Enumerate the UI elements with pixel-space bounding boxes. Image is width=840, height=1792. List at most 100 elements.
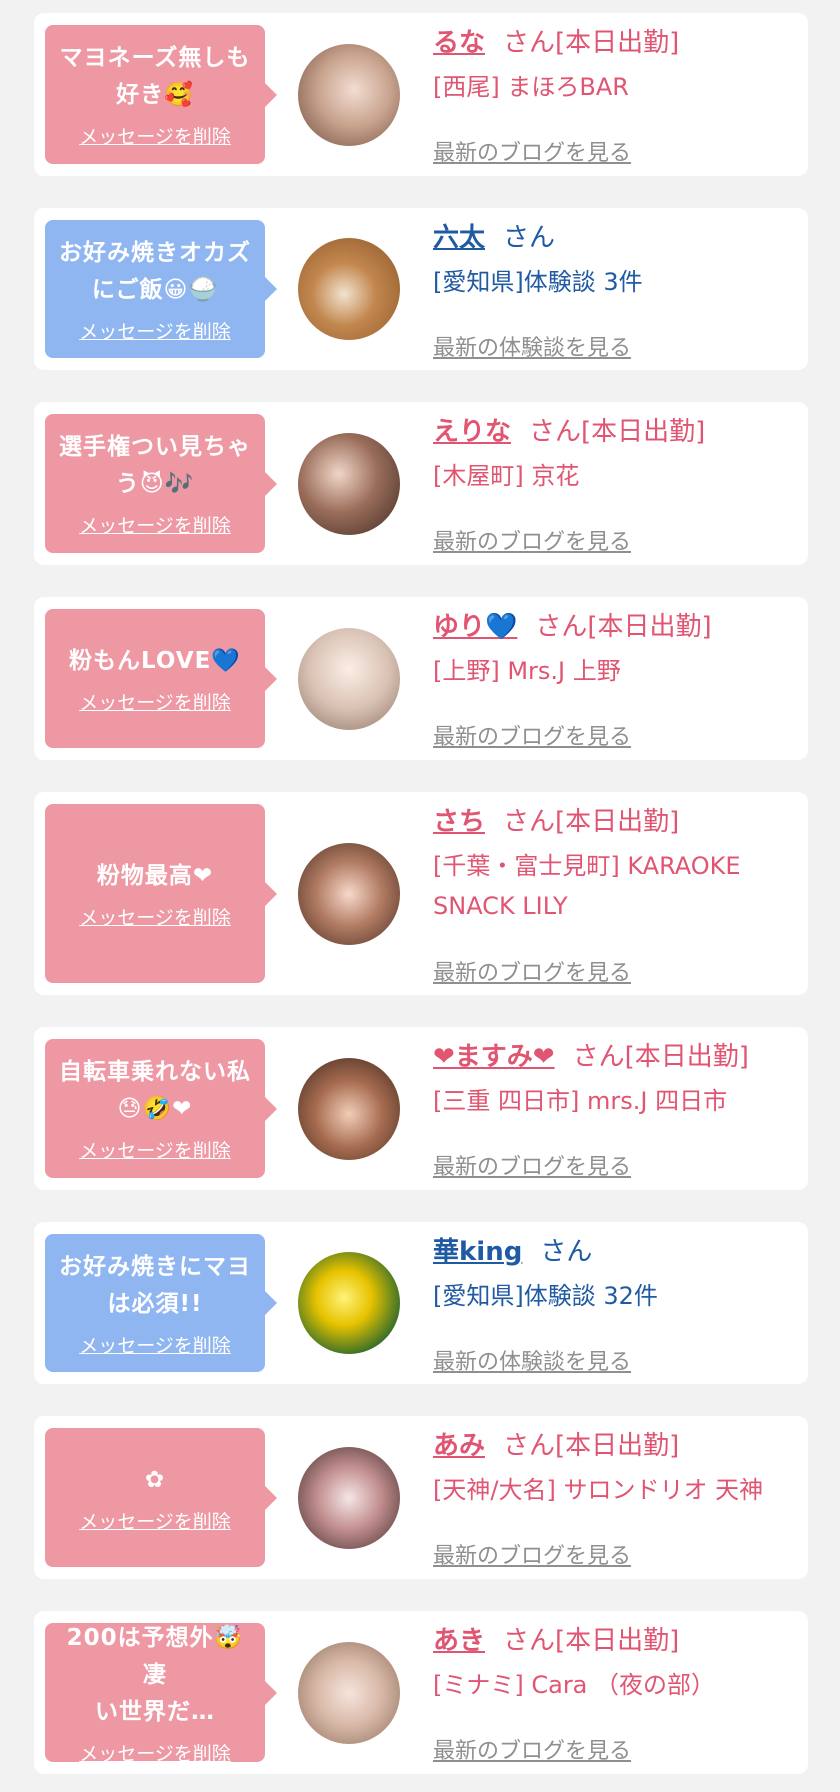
honorific-label: さん <box>503 1626 556 1656</box>
latest-blog-link[interactable]: 最新のブログを見る <box>433 719 631 751</box>
name-line: ゆり💙 さん[本日出勤] <box>433 607 794 647</box>
profile-info: ❤ますみ❤ さん[本日出勤] [三重 四日市] mrs.J 四日市 最新のブログを見る <box>433 1037 794 1180</box>
message-text: お好み焼きオカズ にご飯😀🍚 <box>59 239 251 303</box>
on-duty-label: [本日出勤] <box>555 1626 680 1656</box>
profile-name-link[interactable]: るな <box>433 28 485 58</box>
shop-info: [木屋町] 京花 <box>433 462 580 490</box>
delete-message-link[interactable]: メッセージを削除 <box>79 122 231 149</box>
name-line: 華king さん <box>433 1232 794 1272</box>
latest-blog-link[interactable]: 最新のブログを見る <box>433 524 631 556</box>
name-line: 六太 さん <box>433 218 794 258</box>
on-duty-label: [本日出勤] <box>555 807 680 837</box>
message-card: 粉もんLOVE💙 メッセージを削除 ゆり💙 さん[本日出勤] [上野] Mrs.J 上野… <box>34 597 808 760</box>
profile-info: 華king さん [愛知県]体験談 32件最新の体験談を見る <box>433 1232 794 1375</box>
profile-info: ゆり💙 さん[本日出勤] [上野] Mrs.J 上野最新のブログを見る <box>433 607 794 750</box>
profile-info: あき さん[本日出勤] [ミナミ] Cara （夜の部） 最新のブログを見る <box>433 1621 794 1764</box>
honorific-label: さん <box>540 1237 593 1267</box>
message-bubble: 選手権つい見ちゃ う😈🎶 メッセージを削除 <box>45 414 277 553</box>
message-bubble: 自転車乗れない私 😓🤣❤ メッセージを削除 <box>45 1039 277 1178</box>
delete-message-link[interactable]: メッセージを削除 <box>79 1739 231 1766</box>
delete-message-link[interactable]: メッセージを削除 <box>79 1507 231 1534</box>
profile-name-link[interactable]: 六太 <box>433 223 485 253</box>
message-list: マヨネーズ無しも 好き🥰 メッセージを削除 るな さん[本日出勤] [西尾] まほろBA… <box>0 0 840 1792</box>
message-bubble: お好み焼きにマヨ は必須!! メッセージを削除 <box>45 1234 277 1372</box>
delete-message-link[interactable]: メッセージを削除 <box>79 1331 231 1358</box>
shop-info: [天神/大名] サロンドリオ 天神 <box>433 1476 764 1504</box>
message-bubble: ✿ メッセージを削除 <box>45 1428 277 1567</box>
avatar[interactable] <box>298 1642 400 1744</box>
avatar[interactable] <box>298 1447 400 1549</box>
delete-message-link[interactable]: メッセージを削除 <box>79 1136 231 1163</box>
profile-name-link[interactable]: さち <box>433 807 485 837</box>
profile-name-link[interactable]: ゆり💙 <box>433 612 517 642</box>
message-text: マヨネーズ無しも 好き🥰 <box>59 45 251 108</box>
name-line: るな さん[本日出勤] <box>433 23 794 63</box>
message-text: 200は予想外🤯凄 い世界だ… <box>66 1624 244 1725</box>
message-text: 選手権つい見ちゃ う😈🎶 <box>59 434 251 497</box>
avatar[interactable] <box>298 843 400 945</box>
latest-blog-link[interactable]: 最新のブログを見る <box>433 1733 631 1765</box>
message-card: 200は予想外🤯凄 い世界だ… メッセージを削除 あき さん[本日出勤] [ミナミ] C… <box>34 1611 808 1774</box>
message-text: 自転車乗れない私 😓🤣❤ <box>59 1059 251 1122</box>
message-bubble: お好み焼きオカズ にご飯😀🍚 メッセージを削除 <box>45 220 277 358</box>
message-text: ✿ <box>144 1466 166 1493</box>
delete-message-link[interactable]: メッセージを削除 <box>79 688 231 715</box>
shop-info: [西尾] まほろBAR <box>433 73 629 101</box>
delete-message-link[interactable]: メッセージを削除 <box>79 903 231 930</box>
delete-message-link[interactable]: メッセージを削除 <box>79 317 231 344</box>
on-duty-label: [本日出勤] <box>581 417 706 447</box>
profile-info: るな さん[本日出勤] [西尾] まほろBAR 最新のブログを見る <box>433 23 794 166</box>
shop-info: [上野] Mrs.J 上野 <box>433 657 621 685</box>
profile-info: えりな さん[本日出勤] [木屋町] 京花最新のブログを見る <box>433 412 794 555</box>
message-text: お好み焼きにマヨ は必須!! <box>59 1253 251 1317</box>
honorific-label: さん <box>535 612 588 642</box>
latest-blog-link[interactable]: 最新のブログを見る <box>433 1538 631 1570</box>
name-line: あみ さん[本日出勤] <box>433 1426 794 1466</box>
name-line: さち さん[本日出勤] <box>433 802 794 842</box>
latest-review-link[interactable]: 最新の体験談を見る <box>433 1344 631 1376</box>
honorific-label: さん <box>503 28 556 58</box>
profile-name-link[interactable]: えりな <box>433 417 511 447</box>
message-card: ✿ メッセージを削除 あみ さん[本日出勤] [天神/大名] サロンドリオ 天神最新のブ… <box>34 1416 808 1579</box>
message-bubble: 粉もんLOVE💙 メッセージを削除 <box>45 609 277 748</box>
profile-info: あみ さん[本日出勤] [天神/大名] サロンドリオ 天神最新のブログを見る <box>433 1426 794 1569</box>
honorific-label: さん <box>572 1042 625 1072</box>
honorific-label: さん <box>503 807 556 837</box>
name-line: えりな さん[本日出勤] <box>433 412 794 452</box>
message-card: 粉物最高❤ メッセージを削除 さち さん[本日出勤] [千葉・富士見町] KARAOKE… <box>34 792 808 995</box>
shop-info: [愛知県]体験談 32件 <box>433 1282 658 1310</box>
latest-blog-link[interactable]: 最新のブログを見る <box>433 135 631 167</box>
on-duty-label: [本日出勤] <box>587 612 712 642</box>
on-duty-label: [本日出勤] <box>555 1431 680 1461</box>
latest-review-link[interactable]: 最新の体験談を見る <box>433 330 631 362</box>
name-line: あき さん[本日出勤] <box>433 1621 794 1661</box>
message-bubble: 粉物最高❤ メッセージを削除 <box>45 804 277 983</box>
message-card: 自転車乗れない私 😓🤣❤ メッセージを削除 ❤ますみ❤ さん[本日出勤] [三重 四日市… <box>34 1027 808 1190</box>
latest-blog-link[interactable]: 最新のブログを見る <box>433 1149 631 1181</box>
shop-info: [千葉・富士見町] KARAOKE SNACK LILY <box>433 852 741 920</box>
avatar[interactable] <box>298 238 400 340</box>
avatar[interactable] <box>298 44 400 146</box>
message-card: お好み焼きにマヨ は必須!! メッセージを削除 華king さん [愛知県]体験談 32… <box>34 1222 808 1384</box>
profile-name-link[interactable]: 華king <box>433 1237 522 1267</box>
shop-info: [三重 四日市] mrs.J 四日市 <box>433 1087 728 1115</box>
name-line: ❤ますみ❤ さん[本日出勤] <box>433 1037 794 1077</box>
message-card: 選手権つい見ちゃ う😈🎶 メッセージを削除 えりな さん[本日出勤] [木屋町] 京花最… <box>34 402 808 565</box>
avatar[interactable] <box>298 433 400 535</box>
profile-name-link[interactable]: あき <box>433 1626 485 1656</box>
avatar[interactable] <box>298 1252 400 1354</box>
message-bubble: 200は予想外🤯凄 い世界だ… メッセージを削除 <box>45 1623 277 1765</box>
delete-message-link[interactable]: メッセージを削除 <box>79 511 231 538</box>
avatar[interactable] <box>298 1058 400 1160</box>
avatar[interactable] <box>298 628 400 730</box>
message-card: マヨネーズ無しも 好き🥰 メッセージを削除 るな さん[本日出勤] [西尾] まほろBA… <box>34 13 808 176</box>
message-text: 粉物最高❤ <box>96 862 214 889</box>
profile-name-link[interactable]: ❤ますみ❤ <box>433 1042 555 1072</box>
message-text: 粉もんLOVE💙 <box>69 647 241 674</box>
profile-info: さち さん[本日出勤] [千葉・富士見町] KARAOKE SNACK LILY 最新… <box>433 802 794 986</box>
shop-info: [愛知県]体験談 3件 <box>433 268 643 296</box>
profile-name-link[interactable]: あみ <box>433 1431 485 1461</box>
latest-blog-link[interactable]: 最新のブログを見る <box>433 955 631 987</box>
message-bubble: マヨネーズ無しも 好き🥰 メッセージを削除 <box>45 25 277 164</box>
honorific-label: さん <box>503 223 556 253</box>
